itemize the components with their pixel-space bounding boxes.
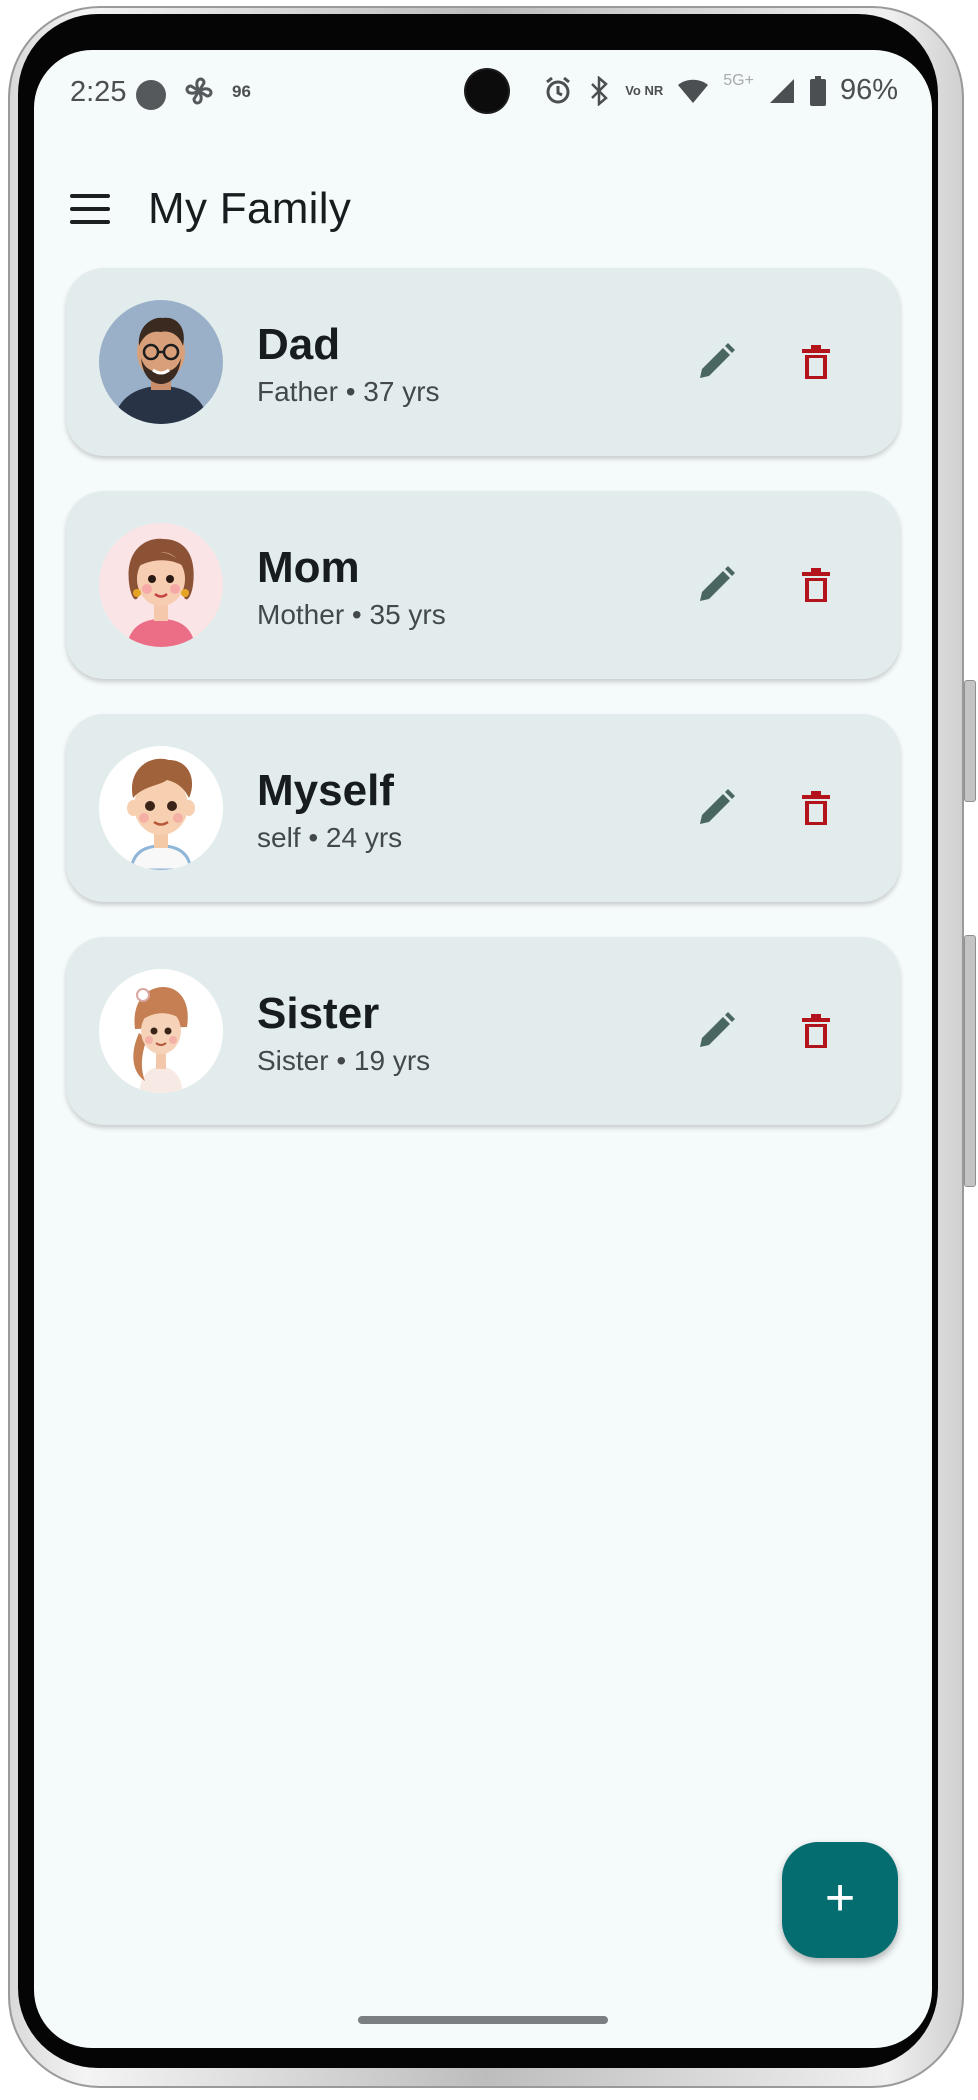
volume-button <box>964 680 976 802</box>
power-button <box>964 935 976 1187</box>
battery-icon <box>809 75 826 106</box>
fan-icon <box>182 74 216 116</box>
delete-button[interactable] <box>786 1001 846 1061</box>
notification-count: 96 <box>232 82 251 101</box>
home-indicator[interactable] <box>358 2016 608 2024</box>
status-time: 2:25 <box>70 76 127 108</box>
pencil-icon <box>700 566 735 601</box>
member-card-mom[interactable]: Mom Mother • 35 yrs <box>66 491 900 679</box>
status-bar: 2:25 96 Vo NR 5G+ 96% <box>34 50 932 140</box>
mom-avatar <box>99 523 223 647</box>
member-card-dad[interactable]: Dad Father • 37 yrs <box>66 268 900 456</box>
boy-avatar <box>99 746 223 870</box>
member-relation-age: self • 24 yrs <box>257 822 403 853</box>
trash-icon <box>802 345 830 379</box>
signal-icon <box>768 77 796 105</box>
delete-button[interactable] <box>786 555 846 615</box>
pencil-icon <box>700 343 735 378</box>
network-type: 5G+ <box>723 71 754 89</box>
family-member-list: Dad Father • 37 yrs Mom Mother • 35 yrs … <box>66 268 900 1160</box>
app-screen: 2:25 96 Vo NR 5G+ 96% My Family Dad Fath… <box>34 50 932 2048</box>
bluetooth-icon <box>587 75 611 106</box>
edit-button[interactable] <box>686 778 746 838</box>
member-name: Mom <box>257 543 360 592</box>
member-name: Sister <box>257 989 380 1038</box>
member-name: Myself <box>257 766 394 815</box>
delete-button[interactable] <box>786 332 846 392</box>
top-app-bar: My Family <box>34 160 932 260</box>
edit-button[interactable] <box>686 332 746 392</box>
delete-button[interactable] <box>786 778 846 838</box>
member-relation-age: Sister • 19 yrs <box>257 1045 431 1076</box>
dad-avatar <box>99 300 223 424</box>
edit-button[interactable] <box>686 555 746 615</box>
pencil-icon <box>700 789 735 824</box>
edit-button[interactable] <box>686 1001 746 1061</box>
alarm-icon <box>543 76 573 106</box>
girl-avatar <box>99 969 223 1093</box>
add-member-button[interactable]: + <box>782 1842 898 1958</box>
trash-icon <box>802 1014 830 1048</box>
trash-icon <box>802 791 830 825</box>
menu-icon[interactable] <box>70 194 110 226</box>
battery-percent: 96% <box>839 74 898 106</box>
trash-icon <box>802 568 830 602</box>
member-relation-age: Father • 37 yrs <box>257 376 440 407</box>
plus-icon: + <box>824 1869 856 1927</box>
pencil-icon <box>700 1012 735 1047</box>
status-icons: Vo NR 5G+ 96% <box>543 71 898 107</box>
wifi-icon <box>677 77 709 105</box>
front-camera <box>466 70 508 112</box>
page-title: My Family <box>148 184 352 233</box>
member-name: Dad <box>257 320 341 369</box>
member-card-myself[interactable]: Myself self • 24 yrs <box>66 714 900 902</box>
notification-dot-icon <box>136 80 166 110</box>
member-relation-age: Mother • 35 yrs <box>257 599 446 630</box>
member-card-sister[interactable]: Sister Sister • 19 yrs <box>66 937 900 1125</box>
volte-label: Vo NR <box>625 83 664 98</box>
